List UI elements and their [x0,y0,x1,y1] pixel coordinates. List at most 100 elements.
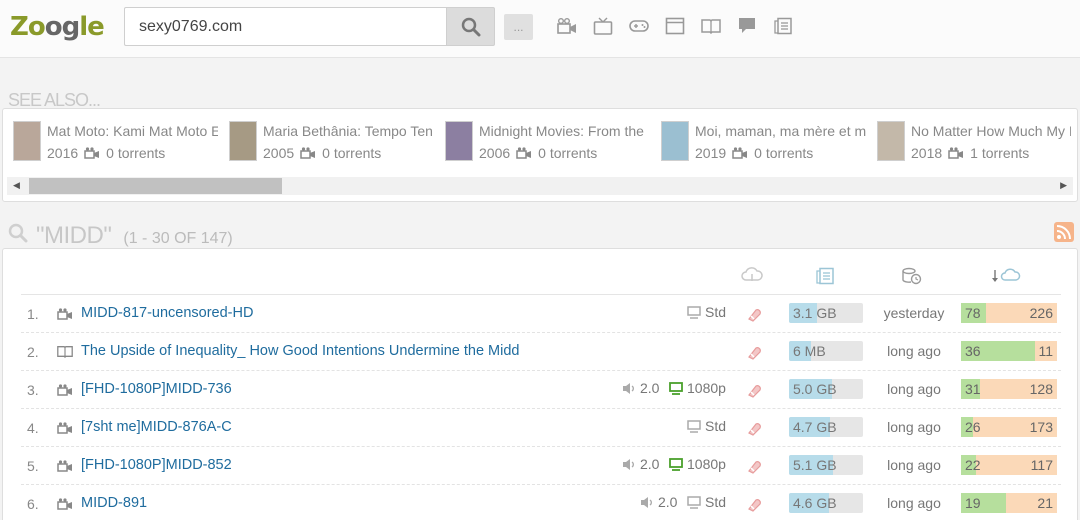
size-bar: 3.1 GB [789,303,863,323]
size-bar: 6 MB [789,341,863,361]
book-icon[interactable] [700,16,722,36]
tv-icon[interactable] [592,16,614,36]
size-bar: 4.6 GB [789,493,863,513]
movie-icon [57,383,73,399]
quality-badge: Std [687,304,726,320]
movie-icon [57,497,73,513]
book-icon [57,345,73,361]
movie-icon[interactable] [556,16,578,36]
table-row[interactable]: 5. [FHD-1080P]MIDD-852 2.0 1080p 5.1 GB … [21,447,1061,485]
size-header-icon[interactable] [815,267,835,285]
torrent-title-link[interactable]: MIDD-817-uncensored-HD [81,305,253,321]
magnet-icon[interactable] [745,382,763,403]
category-icons [556,16,794,36]
year: 2005 [263,145,295,161]
speaker-icon [623,458,634,470]
search-input[interactable] [125,8,446,45]
torrent-title-link[interactable]: [7sht me]MIDD-876A-C [81,419,232,435]
torrent-title-link[interactable]: [FHD-1080P]MIDD-852 [81,457,232,473]
file-size: 6 MB [793,343,826,359]
file-size: 3.1 GB [793,305,837,321]
zoogle-logo[interactable]: Zoogle [10,12,105,42]
audio-badge: 2.0 [622,456,659,472]
date-header-icon[interactable] [901,267,923,285]
movie-icon [57,459,73,475]
poster-thumbnail [229,121,257,161]
scrollbar-thumb[interactable] [29,178,282,194]
scroll-left-arrow-icon[interactable]: ◀ [13,180,20,191]
peer-bar: 19 21 [961,493,1057,513]
audio-badge: 2.0 [622,380,659,396]
table-row[interactable]: 6. MIDD-891 2.0 Std 4.6 GB long ago 19 2… [21,485,1061,520]
added-date: long ago [887,419,941,435]
more-button[interactable]: ... [504,14,533,40]
peer-bar: 78 226 [961,303,1057,323]
added-date: long ago [887,457,941,473]
see-also-item[interactable]: Moi, maman, ma mère et m 2019 0 torrents [661,119,866,165]
magnet-icon[interactable] [745,344,763,365]
file-size: 4.6 GB [793,495,837,511]
row-number: 4. [27,420,39,436]
poster-thumbnail [877,121,905,161]
table-row[interactable]: 1. MIDD-817-uncensored-HD Std 3.1 GB yes… [21,295,1061,333]
audio-badge: 2.0 [640,494,677,510]
poster-thumbnail [445,121,473,161]
row-number: 6. [27,496,39,512]
see-also-item[interactable]: No Matter How Much My I 2018 1 torrents [877,119,1073,165]
movie-icon [57,421,73,437]
table-row[interactable]: 2. The Upside of Inequality_ How Good In… [21,333,1061,371]
horizontal-scrollbar[interactable]: ◀ ▶ [7,177,1073,195]
torrent-count: 1 torrents [970,145,1030,161]
other-icon[interactable] [772,16,794,36]
torrent-count: 0 torrents [538,145,598,161]
magnet-icon[interactable] [745,420,763,441]
see-also-item[interactable]: Midnight Movies: From the 2006 0 torrent… [445,119,650,165]
search-button[interactable] [446,7,495,46]
row-number: 2. [27,344,39,360]
results-header: "MIDD" (1 - 30 OF 147) [8,222,233,250]
row-number: 1. [27,306,39,322]
see-also-item[interactable]: Mat Moto: Kami Mat Moto E 2016 0 torrent… [13,119,218,165]
leechers-count: 128 [1029,381,1053,397]
magnet-icon[interactable] [745,306,763,327]
year: 2019 [695,145,727,161]
poster-thumbnail [13,121,41,161]
game-icon[interactable] [628,16,650,36]
file-size: 5.0 GB [793,381,837,397]
see-also-panel: Mat Moto: Kami Mat Moto E 2016 0 torrent… [2,108,1078,202]
seeders-count: 78 [965,305,981,321]
magnet-icon[interactable] [745,458,763,479]
see-also-item[interactable]: Maria Bethânia: Tempo Ten 2005 0 torrent… [229,119,434,165]
peer-bar: 22 117 [961,455,1057,475]
scroll-right-arrow-icon[interactable]: ▶ [1060,180,1067,191]
movie-icon [57,307,73,323]
leechers-count: 226 [1029,305,1053,321]
see-also-title-text: No Matter How Much My I [911,123,1071,139]
size-bar: 5.0 GB [789,379,863,399]
torrent-count: 0 torrents [106,145,166,161]
movie-icon [732,147,748,159]
speaker-icon [623,382,634,394]
monitor-icon [687,495,701,509]
peers-sort-header-icon[interactable] [991,267,1025,283]
torrent-title-link[interactable]: The Upside of Inequality_ How Good Inten… [81,343,519,359]
torrent-count: 0 torrents [754,145,814,161]
added-date: yesterday [883,305,945,321]
torrent-title-link[interactable]: [FHD-1080P]MIDD-736 [81,381,232,397]
app-icon[interactable] [664,16,686,36]
file-size: 5.1 GB [793,457,837,473]
leechers-count: 117 [1030,457,1053,473]
table-row[interactable]: 3. [FHD-1080P]MIDD-736 2.0 1080p 5.0 GB … [21,371,1061,409]
movie-icon [84,147,100,159]
see-also-title-text: Moi, maman, ma mère et m [695,123,866,139]
comic-icon[interactable] [736,16,758,36]
torrent-title-link[interactable]: MIDD-891 [81,495,147,511]
added-date: long ago [887,343,941,359]
table-row[interactable]: 4. [7sht me]MIDD-876A-C Std 4.7 GB long … [21,409,1061,447]
monitor-icon [687,305,701,319]
magnet-icon[interactable] [745,496,763,517]
seeders-count: 22 [965,457,981,473]
result-count: (1 - 30 OF 147) [123,230,233,247]
top-bar: Zoogle ... [0,0,1080,58]
rss-icon[interactable] [1054,222,1074,242]
